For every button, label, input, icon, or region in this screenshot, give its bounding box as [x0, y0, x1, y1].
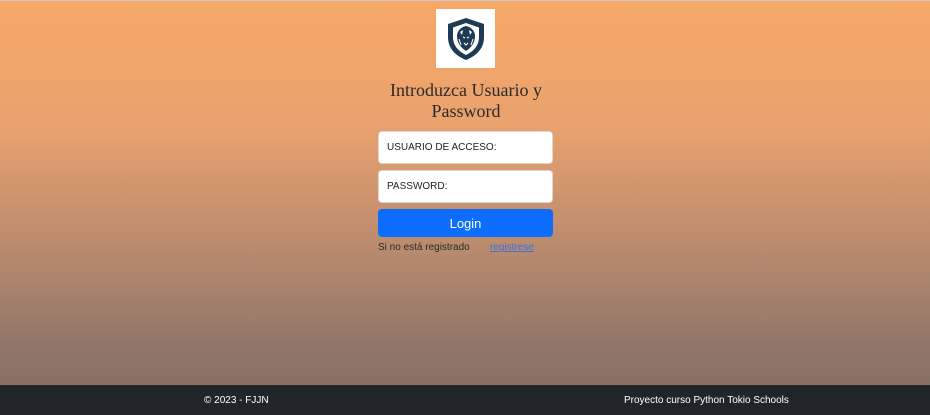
login-button[interactable]: Login	[378, 209, 553, 237]
username-input[interactable]	[378, 131, 553, 164]
register-prompt: Si no está registrado	[378, 242, 470, 253]
password-input[interactable]	[378, 170, 553, 203]
logo	[436, 9, 495, 68]
footer-project-text: Proyecto curso Python Tokio Schools	[624, 395, 789, 406]
page-title: Introduzca Usuario y Password	[390, 80, 542, 121]
lion-head-shield-icon	[447, 17, 484, 60]
top-divider	[0, 0, 930, 1]
footer-copyright: © 2023 - FJJN	[204, 395, 269, 406]
footer: © 2023 - FJJN Proyecto curso Python Toki…	[0, 385, 930, 415]
register-link[interactable]: registrese	[490, 242, 534, 253]
